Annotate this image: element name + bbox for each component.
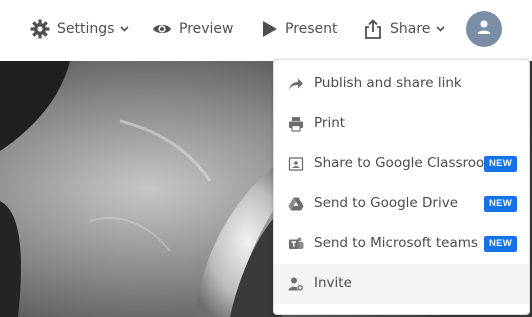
add-user-icon: [288, 276, 304, 292]
menu-item-label: Print: [314, 115, 346, 131]
avatar[interactable]: [466, 11, 502, 47]
chevron-down-icon: [436, 26, 445, 32]
google-drive-icon: [288, 196, 304, 212]
menu-item-share-to-google-classroom[interactable]: Share to Google Classroom NEW: [274, 144, 529, 184]
menu-item-publish-and-share-link[interactable]: Publish and share link: [274, 64, 529, 104]
play-icon: [262, 20, 278, 38]
printer-icon: [288, 116, 304, 132]
menu-item-label: Send to Google Drive: [314, 195, 459, 211]
menu-item-label: Publish and share link: [314, 75, 462, 91]
user-profile-icon: [475, 18, 493, 40]
microsoft-teams-icon: [288, 236, 304, 252]
settings-label: Settings: [57, 21, 115, 37]
new-badge: NEW: [484, 196, 518, 212]
menu-item-label: Invite: [314, 275, 352, 291]
new-badge: NEW: [484, 156, 518, 172]
share-arrow-icon: [288, 76, 304, 92]
preview-label: Preview: [179, 21, 234, 37]
present-button[interactable]: Present: [262, 17, 338, 41]
share-dropdown-menu: Publish and share link Print Share to Go…: [273, 59, 530, 315]
new-badge: NEW: [484, 236, 518, 252]
menu-item-label: Share to Google Classroom: [314, 155, 498, 171]
share-upload-icon: [363, 19, 383, 39]
google-classroom-icon: [288, 156, 304, 172]
eye-icon: [152, 22, 172, 36]
preview-button[interactable]: Preview: [152, 17, 234, 41]
settings-button[interactable]: Settings: [30, 17, 129, 41]
share-button[interactable]: Share: [363, 17, 445, 41]
menu-item-invite[interactable]: Invite: [274, 264, 529, 304]
present-label: Present: [285, 21, 338, 37]
menu-item-label: Send to Microsoft teams: [314, 235, 478, 251]
top-toolbar: Settings Preview Present Share: [0, 0, 532, 61]
gear-icon: [30, 19, 50, 39]
menu-item-send-to-microsoft-teams[interactable]: Send to Microsoft teams NEW: [274, 224, 529, 264]
menu-item-print[interactable]: Print: [274, 104, 529, 144]
menu-item-send-to-google-drive[interactable]: Send to Google Drive NEW: [274, 184, 529, 224]
chevron-down-icon: [120, 26, 129, 32]
share-label: Share: [390, 21, 431, 37]
